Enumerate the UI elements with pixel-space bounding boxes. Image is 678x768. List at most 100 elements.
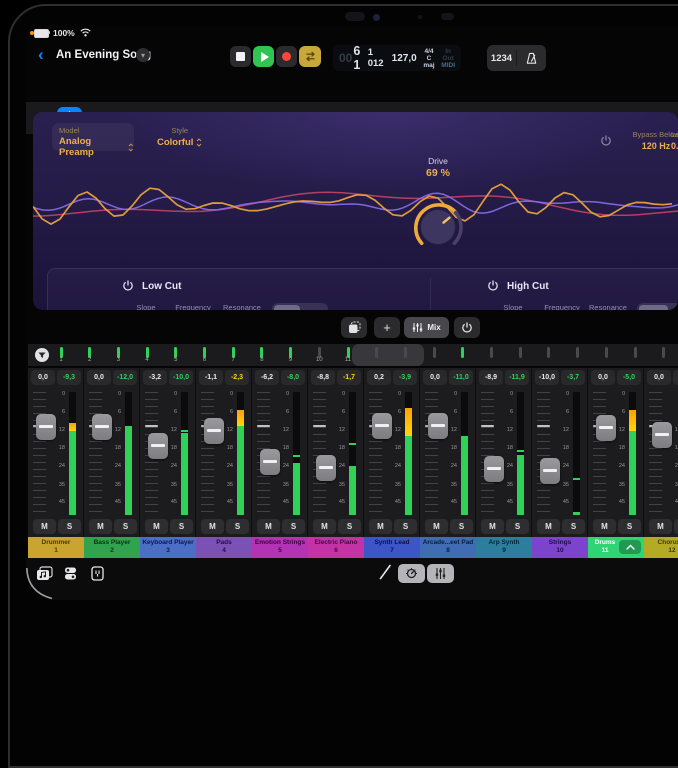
filter-icon[interactable] [34,347,50,363]
fader-handle[interactable] [484,456,504,482]
channel-volume-value[interactable]: -8,9 [479,370,503,385]
fader-handle[interactable] [428,413,448,439]
solo-button[interactable]: S [170,519,193,534]
track-name-plate[interactable]: Emotion Strings5 [252,537,308,558]
mute-button[interactable]: M [313,519,336,534]
ruler-selected-region[interactable] [352,344,424,366]
track-name-plate[interactable]: Pads4 [196,537,252,558]
channel-volume-value[interactable]: 0,0 [31,370,55,385]
fader-handle[interactable] [204,418,224,444]
channel-level-value[interactable]: -8,0 [281,370,305,385]
solo-button[interactable]: S [226,519,249,534]
fader-handle[interactable] [540,458,560,484]
channel-volume-value[interactable]: 0,2 [367,370,391,385]
song-menu-chevron-icon[interactable]: ▾ [136,48,150,62]
mute-button[interactable]: M [425,519,448,534]
faders-view-button[interactable] [427,564,454,583]
channel-level-value[interactable]: -5,0 [617,370,641,385]
mute-button[interactable]: M [145,519,168,534]
channel-level-value[interactable]: -9,3 [57,370,81,385]
channel-volume-value[interactable]: -8,8 [311,370,335,385]
track-name-plate[interactable]: Bass Player2 [84,537,140,558]
solo-button[interactable]: S [394,519,417,534]
solo-button[interactable]: S [618,519,641,534]
style-selector[interactable]: Style Colorful [157,126,202,148]
channel-level-value[interactable]: -11,9 [505,370,529,385]
count-in-button[interactable]: 1234 [487,53,516,64]
mute-button[interactable]: M [649,519,672,534]
solo-button[interactable]: S [674,519,678,534]
post-button[interactable]: Post [300,305,326,310]
low-cut-power-icon[interactable] [122,280,134,292]
channel-level-value[interactable]: -2,3 [225,370,249,385]
solo-button[interactable]: S [450,519,473,534]
track-name-plate[interactable]: Drummer1 [28,537,84,558]
track-name-plate[interactable]: Electric Piano6 [308,537,364,558]
mix-view-button[interactable]: Mix [404,317,449,338]
channel-volume-value[interactable]: -3,2 [143,370,167,385]
track-name-plate[interactable]: Drums11 [588,537,644,558]
pre-button[interactable]: Pre [639,305,668,310]
fader-handle[interactable] [92,414,112,440]
track-name-plate[interactable]: Chorus V12 [644,537,678,558]
channel-level-value[interactable] [673,370,678,385]
channel-volume-value[interactable]: -6,2 [255,370,279,385]
fader-handle[interactable] [372,413,392,439]
solo-button[interactable]: S [58,519,81,534]
add-track-button[interactable]: + [374,317,400,338]
controls-view-button[interactable] [398,564,425,583]
record-button[interactable] [276,46,297,67]
collapse-stack-button[interactable] [619,540,641,554]
keyboard-icon[interactable] [91,566,104,581]
solo-button[interactable]: S [506,519,529,534]
channel-level-value[interactable]: -3,9 [393,370,417,385]
model-selector[interactable]: Model Analog Preamp [52,123,134,151]
fader-handle[interactable] [148,433,168,459]
mute-button[interactable]: M [33,519,56,534]
play-button[interactable] [253,46,274,67]
metronome-button[interactable] [517,52,546,65]
cycle-button[interactable] [299,46,321,67]
mute-button[interactable]: M [481,519,504,534]
mute-button[interactable]: M [89,519,112,534]
mute-button[interactable]: M [257,519,280,534]
lcd-display[interactable]: 00 6 1 1 012 127,0 4/4 C maj In Out MIDI [333,45,461,71]
pre-button[interactable]: Pre [274,305,300,310]
high-cut-power-icon[interactable] [487,280,499,292]
track-name-plate[interactable]: Arcade...eet Pad8 [420,537,476,558]
bypass-below-value[interactable]: 120 Hz [621,141,678,151]
drive-knob[interactable] [405,194,471,260]
duplicate-button[interactable] [341,317,367,338]
solo-button[interactable]: S [282,519,305,534]
track-name-plate[interactable]: Keyboard Player3 [140,537,196,558]
solo-button[interactable]: S [562,519,585,534]
channel-level-value[interactable]: -11,0 [449,370,473,385]
solo-button[interactable]: S [114,519,137,534]
fader-handle[interactable] [652,422,672,448]
mute-button[interactable]: M [537,519,560,534]
back-button[interactable]: ‹ [38,49,44,61]
fader-handle[interactable] [36,414,56,440]
track-overview-ruler[interactable]: 1234567891011 [28,344,678,366]
track-name-plate[interactable]: Synth Lead7 [364,537,420,558]
mute-button[interactable]: M [201,519,224,534]
solo-button[interactable]: S [338,519,361,534]
mixer-power-button[interactable] [454,317,480,338]
post-button[interactable]: Post [668,305,678,310]
level-value[interactable]: 0.0 [671,141,678,151]
channel-volume-value[interactable]: -1,1 [199,370,223,385]
channel-level-value[interactable]: -1,7 [337,370,361,385]
channel-level-value[interactable]: -3,7 [561,370,585,385]
channel-volume-value[interactable]: 0,0 [647,370,671,385]
track-name-plate[interactable]: Strings10 [532,537,588,558]
channel-volume-value[interactable]: -10,0 [535,370,559,385]
fader-handle[interactable] [260,449,280,475]
mute-button[interactable]: M [593,519,616,534]
channel-level-value[interactable]: -12,0 [113,370,137,385]
stop-button[interactable] [230,46,251,67]
track-name-plate[interactable]: Arp Synth9 [476,537,532,558]
channel-volume-value[interactable]: 0,0 [423,370,447,385]
channel-level-value[interactable]: -10,0 [169,370,193,385]
channel-volume-value[interactable]: 0,0 [591,370,615,385]
fader-handle[interactable] [316,455,336,481]
